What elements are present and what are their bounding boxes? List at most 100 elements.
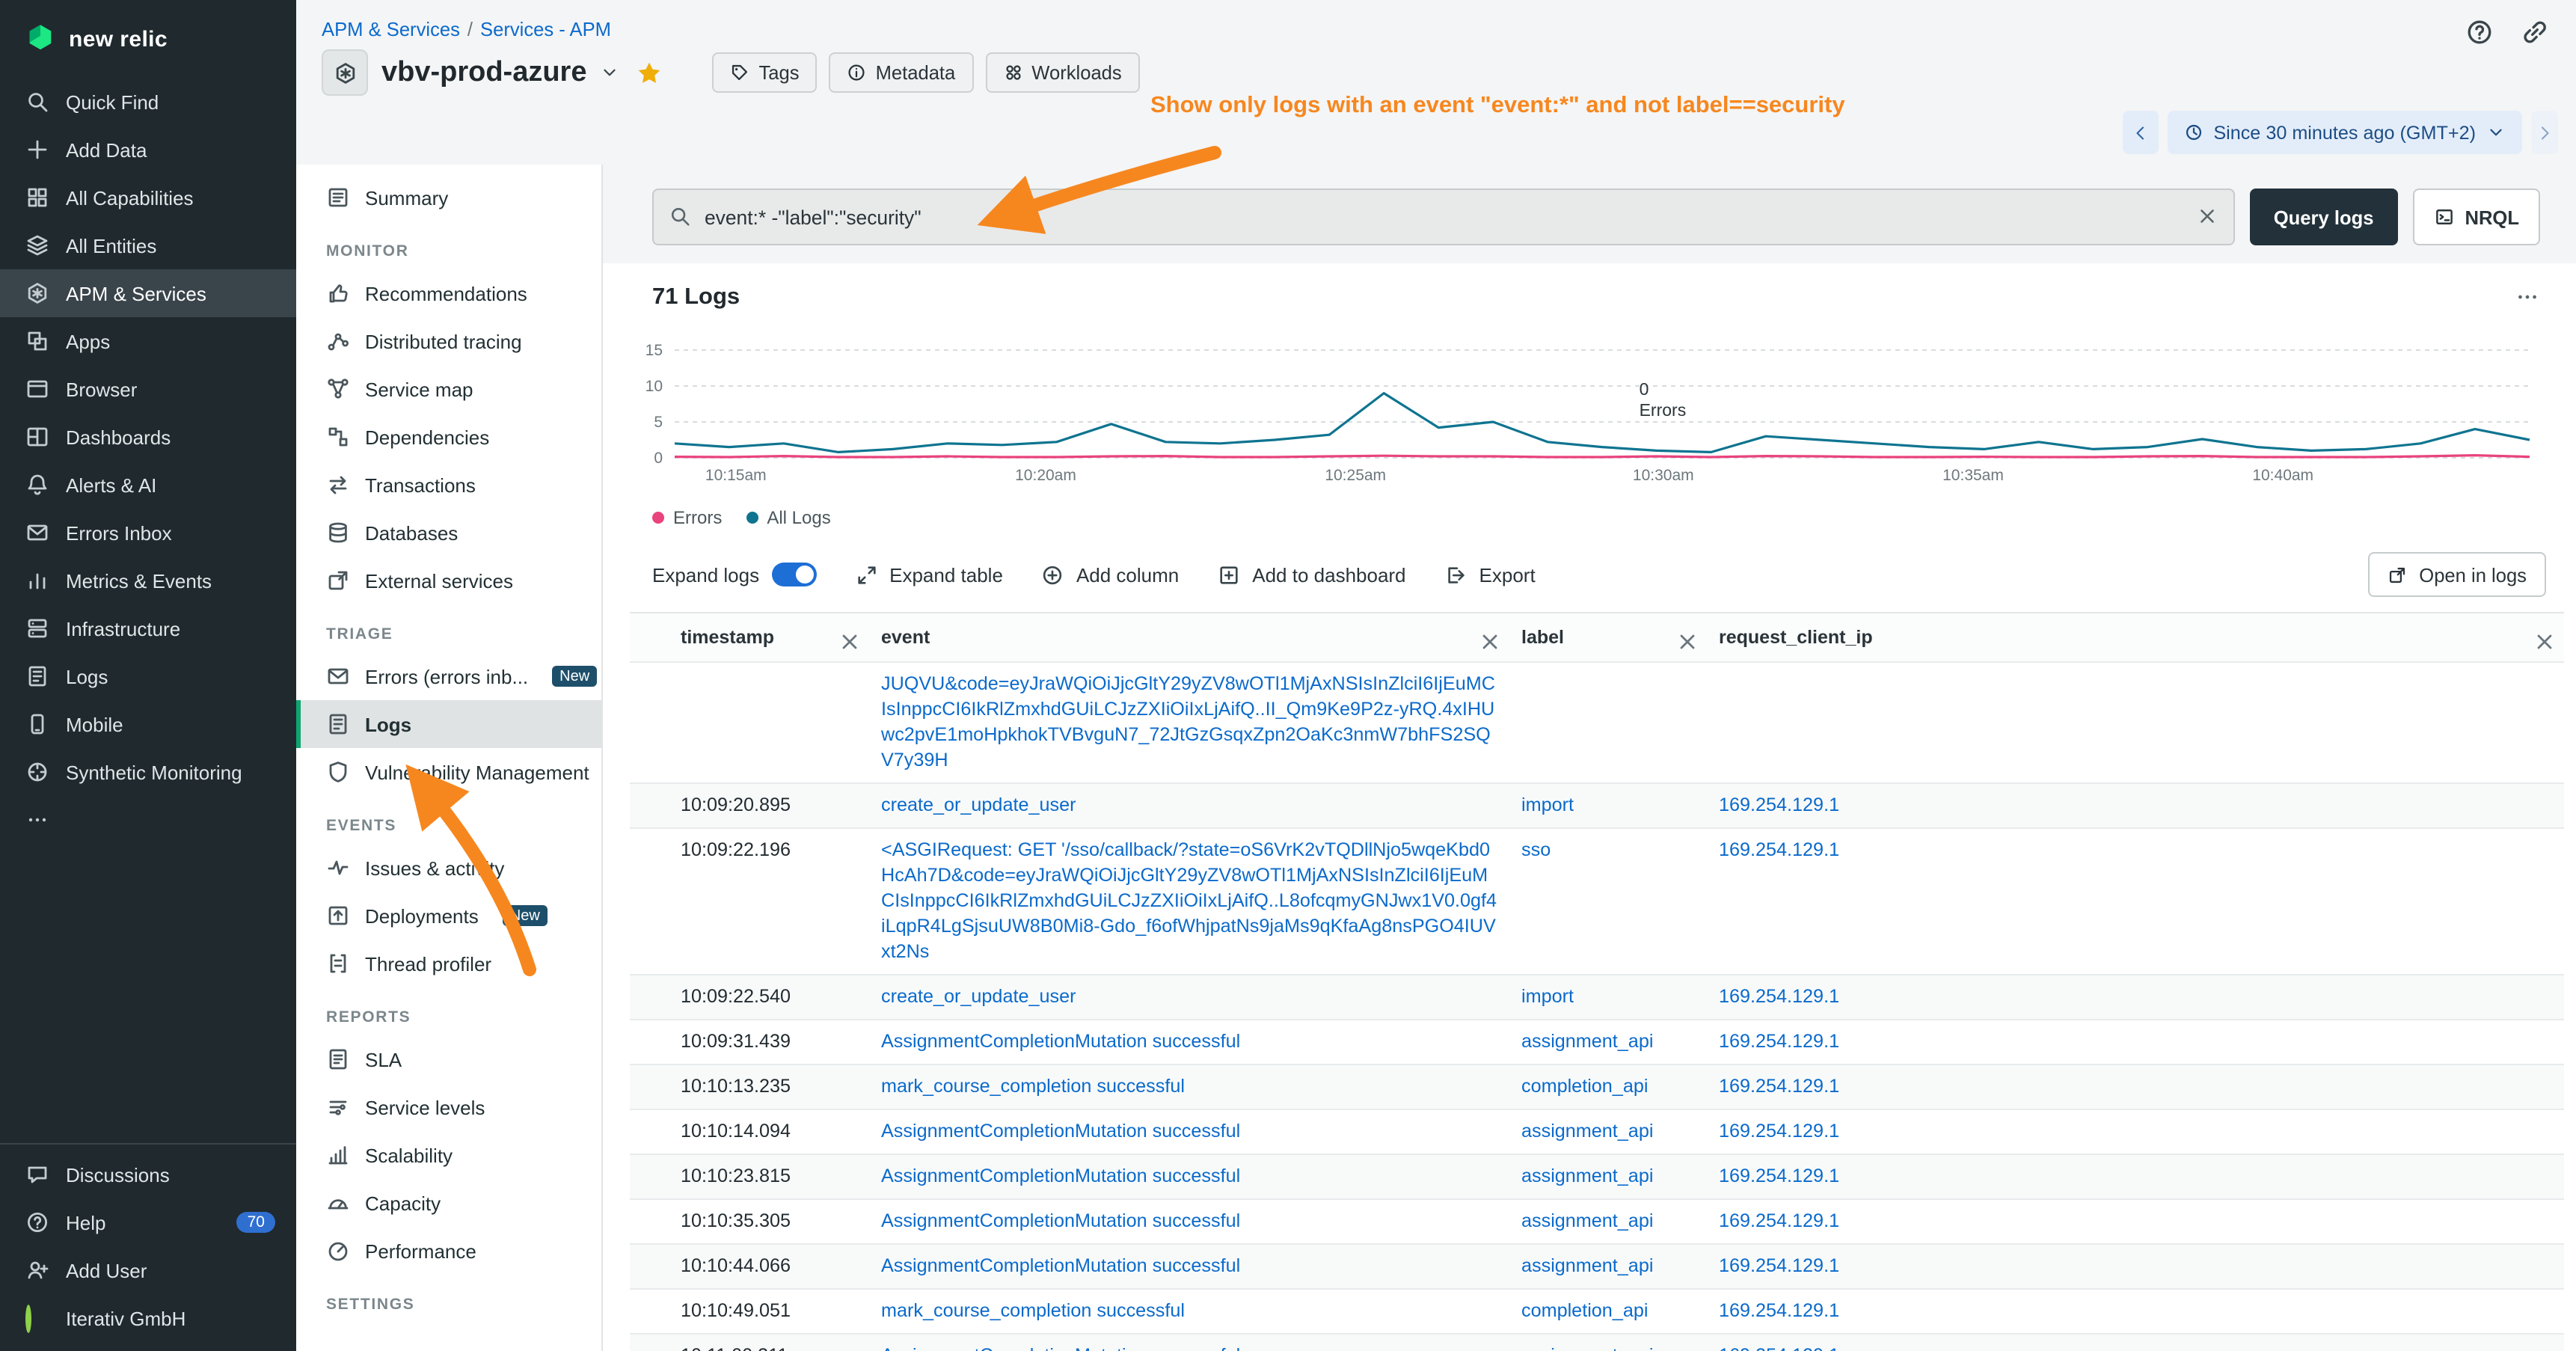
subnav-item-performance[interactable]: Performance bbox=[296, 1227, 601, 1275]
event-cell[interactable]: create_or_update_user bbox=[869, 784, 1509, 827]
subnav-item-distributed-tracing[interactable]: Distributed tracing bbox=[296, 317, 601, 365]
column-header-request-client-ip[interactable]: request_client_ip bbox=[1707, 613, 2564, 661]
event-cell[interactable]: mark_course_completion successful bbox=[869, 1290, 1509, 1333]
log-row[interactable]: 10:09:20.895create_or_update_userimport1… bbox=[630, 784, 2564, 829]
log-search-input[interactable] bbox=[652, 189, 2235, 245]
event-cell[interactable]: AssignmentCompletionMutation successful bbox=[869, 1245, 1509, 1288]
label-cell[interactable]: assignment_api bbox=[1509, 1020, 1707, 1064]
subnav-item-vulnerability-management[interactable]: Vulnerability Management bbox=[296, 748, 601, 796]
sidebar-item-alerts-ai[interactable]: Alerts & AI bbox=[0, 461, 296, 509]
expand-table-button[interactable]: Expand table bbox=[855, 563, 1003, 586]
column-header-event[interactable]: event bbox=[869, 613, 1509, 661]
label-cell[interactable]: assignment_api bbox=[1509, 1110, 1707, 1154]
more-options-icon[interactable] bbox=[2515, 284, 2540, 310]
log-row[interactable]: 10:10:13.235mark_course_completion succe… bbox=[630, 1065, 2564, 1110]
remove-column-icon[interactable] bbox=[2533, 629, 2549, 646]
export-button[interactable]: Export bbox=[1445, 563, 1536, 586]
request-client-ip-cell[interactable]: 169.254.129.1 bbox=[1707, 1020, 2564, 1064]
log-row[interactable]: JUQVU&code=eyJraWQiOiJjcGltY29yZV8wOTl1M… bbox=[630, 663, 2564, 784]
event-cell[interactable]: create_or_update_user bbox=[869, 975, 1509, 1019]
event-cell[interactable]: AssignmentCompletionMutation successful bbox=[869, 1200, 1509, 1243]
event-cell[interactable]: AssignmentCompletionMutation successful bbox=[869, 1335, 1509, 1351]
log-row[interactable]: 10:10:49.051mark_course_completion succe… bbox=[630, 1290, 2564, 1335]
event-cell[interactable]: mark_course_completion successful bbox=[869, 1065, 1509, 1109]
label-cell[interactable] bbox=[1509, 663, 1707, 782]
newrelic-logo[interactable]: new relic bbox=[0, 0, 296, 78]
request-client-ip-cell[interactable]: 169.254.129.1 bbox=[1707, 1245, 2564, 1288]
event-cell[interactable]: AssignmentCompletionMutation successful bbox=[869, 1110, 1509, 1154]
legend-all-logs[interactable]: All Logs bbox=[746, 507, 830, 528]
permalink-icon[interactable] bbox=[2521, 18, 2549, 46]
help-circle-icon[interactable] bbox=[2465, 18, 2494, 46]
remove-column-icon[interactable] bbox=[1675, 629, 1692, 646]
subnav-item-logs[interactable]: Logs bbox=[296, 700, 601, 748]
log-row[interactable]: 10:10:14.094AssignmentCompletionMutation… bbox=[630, 1110, 2564, 1155]
column-header-timestamp[interactable]: timestamp bbox=[669, 613, 869, 661]
legend-errors[interactable]: Errors bbox=[652, 507, 722, 528]
sidebar-item-errors-inbox[interactable]: Errors Inbox bbox=[0, 509, 296, 557]
entity-chevron-down-icon[interactable] bbox=[601, 63, 620, 82]
breadcrumb-apm-services[interactable]: APM & Services bbox=[322, 18, 460, 40]
sidebar-item-discussions[interactable]: Discussions bbox=[0, 1151, 296, 1198]
sidebar-item-infrastructure[interactable]: Infrastructure bbox=[0, 604, 296, 652]
add-to-dashboard-button[interactable]: Add to dashboard bbox=[1218, 563, 1405, 586]
request-client-ip-cell[interactable]: 169.254.129.1 bbox=[1707, 1335, 2564, 1351]
subnav-item-thread-profiler[interactable]: Thread profiler bbox=[296, 940, 601, 987]
request-client-ip-cell[interactable]: 169.254.129.1 bbox=[1707, 1200, 2564, 1243]
subnav-item-errors-errors-inb[interactable]: Errors (errors inb...New bbox=[296, 652, 601, 700]
label-cell[interactable]: assignment_api bbox=[1509, 1200, 1707, 1243]
query-logs-button[interactable]: Query logs bbox=[2250, 189, 2398, 245]
column-header-label[interactable]: label bbox=[1509, 613, 1707, 661]
label-cell[interactable]: import bbox=[1509, 975, 1707, 1019]
subnav-item-deployments[interactable]: DeploymentsNew bbox=[296, 892, 601, 940]
request-client-ip-cell[interactable] bbox=[1707, 663, 2564, 782]
remove-column-icon[interactable] bbox=[838, 629, 854, 646]
tags-chip[interactable]: Tags bbox=[713, 52, 818, 93]
label-cell[interactable]: completion_api bbox=[1509, 1290, 1707, 1333]
event-cell[interactable]: <ASGIRequest: GET '/sso/callback/?state=… bbox=[869, 829, 1509, 974]
workloads-chip[interactable]: Workloads bbox=[985, 52, 1139, 93]
sidebar-item-logs[interactable]: Logs bbox=[0, 652, 296, 700]
request-client-ip-cell[interactable]: 169.254.129.1 bbox=[1707, 784, 2564, 827]
request-client-ip-cell[interactable]: 169.254.129.1 bbox=[1707, 1155, 2564, 1198]
log-row[interactable]: 10:09:22.540create_or_update_userimport1… bbox=[630, 975, 2564, 1020]
sidebar-item-more[interactable] bbox=[0, 796, 296, 844]
log-row[interactable]: 10:10:23.815AssignmentCompletionMutation… bbox=[630, 1155, 2564, 1200]
subnav-item-service-levels[interactable]: Service levels bbox=[296, 1083, 601, 1131]
sidebar-item-apm-services[interactable]: APM & Services bbox=[0, 269, 296, 317]
open-in-logs-button[interactable]: Open in logs bbox=[2368, 552, 2546, 597]
log-row[interactable]: 10:10:35.305AssignmentCompletionMutation… bbox=[630, 1200, 2564, 1245]
label-cell[interactable]: completion_api bbox=[1509, 1065, 1707, 1109]
sidebar-item-iterativ-gmbh[interactable]: Iterativ GmbH bbox=[0, 1294, 296, 1342]
request-client-ip-cell[interactable]: 169.254.129.1 bbox=[1707, 829, 2564, 974]
label-cell[interactable]: import bbox=[1509, 784, 1707, 827]
label-cell[interactable]: assignment_api bbox=[1509, 1155, 1707, 1198]
time-range-button[interactable]: Since 30 minutes ago (GMT+2) bbox=[2167, 111, 2522, 154]
subnav-item-summary[interactable]: Summary bbox=[296, 174, 601, 221]
subnav-item-scalability[interactable]: Scalability bbox=[296, 1131, 601, 1179]
subnav-item-transactions[interactable]: Transactions bbox=[296, 461, 601, 509]
sidebar-item-apps[interactable]: Apps bbox=[0, 317, 296, 365]
log-row[interactable]: 10:11:00.311AssignmentCompletionMutation… bbox=[630, 1335, 2564, 1351]
subnav-item-external-services[interactable]: External services bbox=[296, 557, 601, 604]
log-row[interactable]: 10:10:44.066AssignmentCompletionMutation… bbox=[630, 1245, 2564, 1290]
breadcrumb-services-apm[interactable]: Services - APM bbox=[480, 18, 611, 40]
subnav-item-sla[interactable]: SLA bbox=[296, 1035, 601, 1083]
nrql-button[interactable]: NRQL bbox=[2412, 189, 2540, 245]
log-row[interactable]: 10:09:31.439AssignmentCompletionMutation… bbox=[630, 1020, 2564, 1065]
subnav-item-capacity[interactable]: Capacity bbox=[296, 1179, 601, 1227]
request-client-ip-cell[interactable]: 169.254.129.1 bbox=[1707, 1110, 2564, 1154]
subnav-item-dependencies[interactable]: Dependencies bbox=[296, 413, 601, 461]
sidebar-item-metrics-events[interactable]: Metrics & Events bbox=[0, 557, 296, 604]
time-forward-button[interactable] bbox=[2531, 111, 2558, 154]
sidebar-item-all-entities[interactable]: All Entities bbox=[0, 221, 296, 269]
favorite-star-icon[interactable] bbox=[637, 59, 663, 86]
sidebar-item-help[interactable]: Help70 bbox=[0, 1198, 296, 1246]
subnav-item-issues-activity[interactable]: Issues & activity bbox=[296, 844, 601, 892]
label-cell[interactable]: sso bbox=[1509, 829, 1707, 974]
request-client-ip-cell[interactable]: 169.254.129.1 bbox=[1707, 1290, 2564, 1333]
request-client-ip-cell[interactable]: 169.254.129.1 bbox=[1707, 1065, 2564, 1109]
sidebar-item-add-user[interactable]: Add User bbox=[0, 1246, 296, 1294]
event-cell[interactable]: AssignmentCompletionMutation successful bbox=[869, 1155, 1509, 1198]
expand-logs-toggle[interactable]: Expand logs bbox=[652, 563, 816, 586]
